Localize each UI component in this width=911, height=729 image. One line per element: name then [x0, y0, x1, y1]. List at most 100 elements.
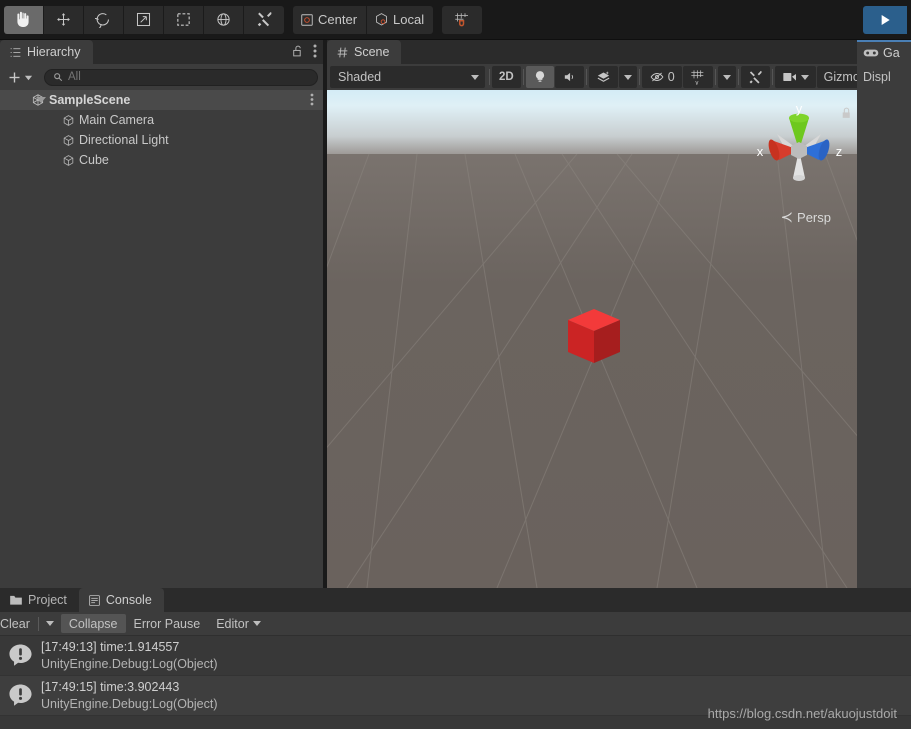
- scene-fx-dropdown[interactable]: [618, 66, 637, 88]
- grid-visibility-button[interactable]: y: [682, 66, 713, 88]
- search-icon: [53, 72, 63, 82]
- grid-snap-button[interactable]: [442, 5, 483, 34]
- divider: [638, 69, 640, 85]
- kebab-menu-icon[interactable]: [313, 44, 317, 58]
- clear-dropdown-button[interactable]: [39, 614, 61, 633]
- rect-transform-icon: [175, 11, 192, 28]
- handle-rotation-button[interactable]: Local: [367, 5, 434, 34]
- tab-hierarchy[interactable]: Hierarchy: [0, 40, 93, 64]
- scale-tool-button[interactable]: [124, 5, 164, 34]
- clear-label: Clear: [0, 616, 30, 631]
- lock-open-icon[interactable]: [291, 44, 304, 58]
- chevron-down-icon: [722, 74, 731, 80]
- draw-mode-dropdown[interactable]: Shaded: [330, 66, 485, 88]
- custom-tool-button[interactable]: [244, 5, 284, 34]
- chevron-down-icon: [471, 74, 479, 80]
- console-panel: Project Console Clear Collapse Error Pau…: [0, 588, 911, 729]
- editor-dropdown-button[interactable]: Editor: [208, 614, 269, 633]
- hand-icon: [15, 11, 32, 28]
- divider: [771, 69, 773, 85]
- chevron-down-icon: [24, 73, 33, 82]
- pivot-mode-button[interactable]: Center: [293, 5, 368, 34]
- divider: [585, 69, 587, 85]
- hierarchy-search-box[interactable]: [44, 68, 318, 86]
- info-bubble-icon: [8, 683, 33, 708]
- wrench-screwdriver-icon: [256, 11, 273, 28]
- scene-cube-object[interactable]: [565, 307, 623, 369]
- tab-console[interactable]: Console: [78, 588, 164, 612]
- grid-dropdown[interactable]: [717, 66, 736, 88]
- console-log-line2: UnityEngine.Debug:Log(Object): [41, 656, 218, 671]
- axis-label-x: x: [757, 144, 764, 159]
- play-button[interactable]: [863, 6, 907, 34]
- scene-visibility-button[interactable]: 0: [641, 66, 682, 88]
- game-display-dropdown[interactable]: Displ: [861, 66, 893, 88]
- error-pause-label: Error Pause: [133, 616, 201, 631]
- scene-hash-icon: [336, 46, 349, 59]
- game-view-toolbar: Displ: [857, 64, 911, 90]
- game-viewport[interactable]: [857, 90, 911, 588]
- projection-caret-icon: ≺: [780, 209, 794, 226]
- chevron-down-icon: [45, 621, 54, 626]
- unity-editor-window: Center Local Hierarchy All SampleScene M…: [0, 0, 911, 729]
- toggle-audio-button[interactable]: [554, 66, 584, 88]
- transform-tool-button[interactable]: [204, 5, 244, 34]
- toggle-2d-button[interactable]: 2D: [492, 66, 521, 88]
- scene-projection-label[interactable]: ≺ Persp: [780, 208, 831, 226]
- tab-scene-label: Scene: [354, 45, 390, 59]
- scene-tools-button[interactable]: [740, 66, 770, 88]
- chevron-down-icon: [800, 74, 809, 80]
- speaker-icon: [562, 70, 577, 84]
- hierarchy-item-main-camera[interactable]: Main Camera: [0, 110, 323, 130]
- hierarchy-item-directional-light[interactable]: Directional Light: [0, 130, 323, 150]
- tab-hierarchy-label: Hierarchy: [27, 45, 81, 59]
- hand-tool-button[interactable]: [4, 5, 44, 34]
- tab-console-label: Console: [105, 593, 152, 607]
- kebab-menu-icon[interactable]: [310, 93, 314, 106]
- gamepad-icon: [863, 47, 879, 59]
- axis-label-z: z: [836, 144, 843, 159]
- create-object-button[interactable]: [5, 70, 35, 85]
- scene-fx-button[interactable]: [588, 66, 618, 88]
- main-toolbar: Center Local: [0, 0, 911, 40]
- hierarchy-tab-icons: [291, 44, 317, 58]
- chevron-down-icon: [252, 621, 261, 626]
- clear-button[interactable]: Clear: [0, 614, 38, 633]
- scene-view-toolbar: Shaded 2D 0 y Gizmos: [327, 64, 911, 90]
- pivot-mode-label: Center: [318, 12, 358, 27]
- move-rotate-scale-icon: [215, 11, 232, 28]
- console-toolbar: Clear Collapse Error Pause Editor: [0, 612, 911, 636]
- tab-game[interactable]: Ga: [857, 40, 911, 64]
- grid-y-icon: y: [690, 69, 706, 85]
- scale-icon: [135, 11, 152, 28]
- scene-camera-button[interactable]: [774, 66, 816, 88]
- rect-tool-button[interactable]: [164, 5, 204, 34]
- rotate-tool-button[interactable]: [84, 5, 124, 34]
- expand-caret-icon[interactable]: [36, 97, 46, 103]
- lightbulb-icon: [533, 70, 547, 84]
- hierarchy-item-cube[interactable]: Cube: [0, 150, 323, 170]
- scene-axis-gizmo[interactable]: y x z: [749, 100, 849, 200]
- hierarchy-toolbar: [0, 64, 323, 90]
- scene-viewport[interactable]: y x z ≺ Persp: [327, 90, 867, 588]
- gameobject-cube-icon: [62, 134, 75, 147]
- handle-local-icon: [374, 12, 389, 27]
- watermark-text: https://blog.csdn.net/akuojustdoit: [707, 706, 897, 721]
- scene-camera-icon: [782, 71, 798, 83]
- axis-label-y: y: [796, 101, 803, 116]
- toggle-lighting-button[interactable]: [525, 66, 554, 88]
- move-tool-button[interactable]: [44, 5, 84, 34]
- hierarchy-item-label: Main Camera: [79, 113, 155, 127]
- collapse-button[interactable]: Collapse: [60, 614, 126, 633]
- editor-label: Editor: [216, 616, 249, 631]
- console-tabbar: Project Console: [0, 588, 911, 612]
- divider: [737, 69, 739, 85]
- hierarchy-tabbar: Hierarchy: [0, 40, 323, 64]
- error-pause-button[interactable]: Error Pause: [126, 614, 209, 633]
- tab-project[interactable]: Project: [0, 588, 79, 612]
- folder-icon: [9, 594, 23, 606]
- hierarchy-search-input[interactable]: [68, 71, 309, 83]
- console-log-row[interactable]: [17:49:13] time:1.914557 UnityEngine.Deb…: [0, 636, 911, 676]
- hierarchy-scene-row[interactable]: SampleScene: [0, 90, 323, 110]
- tab-scene[interactable]: Scene: [327, 40, 402, 64]
